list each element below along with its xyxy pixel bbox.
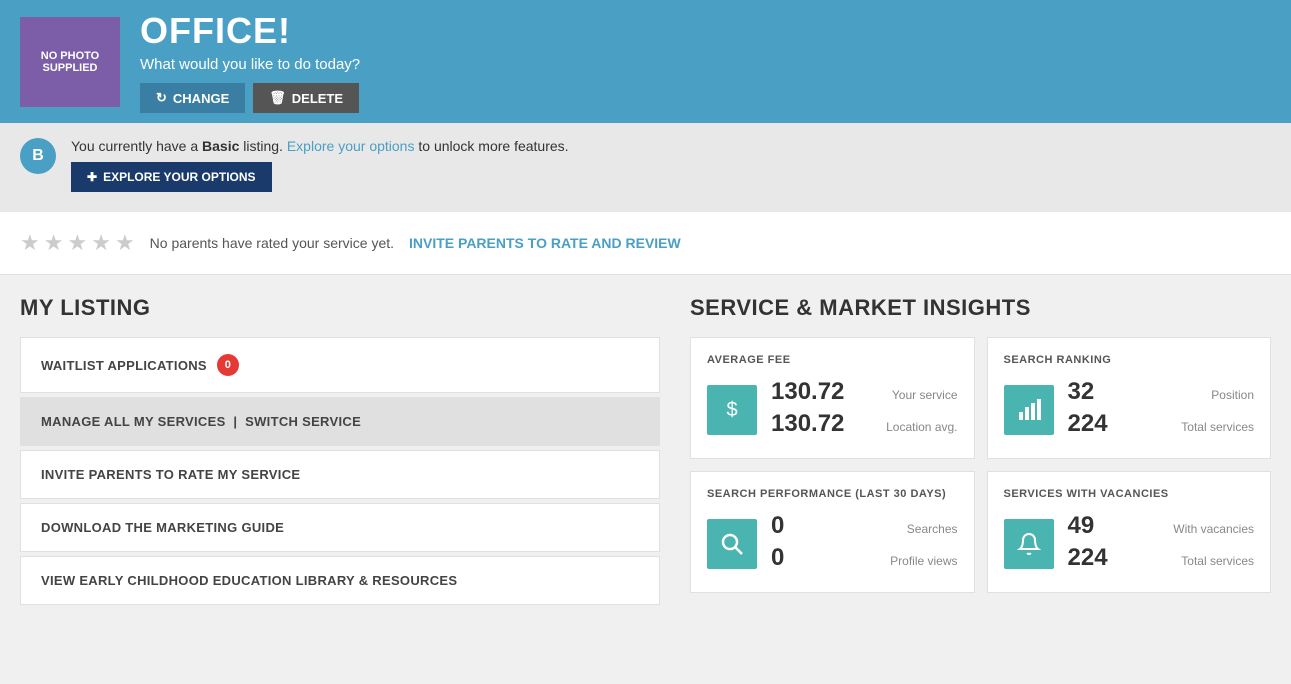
card-vacancies: SERVICES WITH VACANCIES 49 With vacancie… bbox=[987, 471, 1272, 593]
ranking-row-1: 32 Position bbox=[1068, 378, 1255, 406]
my-listing-section: MY LISTING WAITLIST APPLICATIONS 0 MANAG… bbox=[20, 295, 660, 609]
ratings-row: ★ ★ ★ ★ ★ No parents have rated your ser… bbox=[0, 212, 1291, 275]
card-search-ranking: SEARCH RANKING 32 Position 224 Total ser… bbox=[987, 337, 1272, 459]
listing-banner: B You currently have a Basic listing. Ex… bbox=[0, 123, 1291, 212]
perf-row-1: 0 Searches bbox=[771, 512, 958, 540]
invite-label: INVITE PARENTS TO RATE MY SERVICE bbox=[41, 467, 300, 482]
avg-fee-row-2: 130.72 Location avg. bbox=[771, 410, 958, 438]
star-3: ★ bbox=[67, 230, 87, 256]
header-title-section: OFFICE! What would you like to do today?… bbox=[140, 10, 1271, 113]
vacancies-with: 49 bbox=[1068, 512, 1095, 540]
search-ranking-values: 32 Position 224 Total services bbox=[1068, 378, 1255, 442]
search-perf-body: 0 Searches 0 Profile views bbox=[707, 512, 958, 576]
avg-fee-title: AVERAGE FEE bbox=[707, 354, 958, 366]
header-buttons: ↻ CHANGE 🗑 DELETE bbox=[140, 83, 1271, 113]
vacancies-title: SERVICES WITH VACANCIES bbox=[1004, 488, 1255, 500]
menu-item-waitlist[interactable]: WAITLIST APPLICATIONS 0 bbox=[20, 337, 660, 393]
invite-parents-link[interactable]: INVITE PARENTS TO RATE AND REVIEW bbox=[409, 235, 681, 251]
search-perf-values: 0 Searches 0 Profile views bbox=[771, 512, 958, 576]
star-1: ★ bbox=[20, 230, 40, 256]
header: NO PHOTOSUPPLIED OFFICE! What would you … bbox=[0, 0, 1291, 123]
search-ranking-body: 32 Position 224 Total services bbox=[1004, 378, 1255, 442]
bell-icon bbox=[1004, 519, 1054, 569]
menu-item-library[interactable]: VIEW EARLY CHILDHOOD EDUCATION LIBRARY &… bbox=[20, 556, 660, 605]
star-rating: ★ ★ ★ ★ ★ bbox=[20, 230, 135, 256]
perf-searches: 0 bbox=[771, 512, 784, 540]
insights-title: SERVICE & MARKET INSIGHTS bbox=[690, 295, 1271, 321]
my-listing-title: MY LISTING bbox=[20, 295, 660, 321]
star-4: ★ bbox=[91, 230, 111, 256]
vacancies-row-1: 49 With vacancies bbox=[1068, 512, 1255, 540]
avg-fee-row-1: 130.72 Your service bbox=[771, 378, 958, 406]
plus-icon: ✚ bbox=[87, 170, 97, 184]
search-ranking-title: SEARCH RANKING bbox=[1004, 354, 1255, 366]
explore-options-button[interactable]: ✚ EXPLORE YOUR OPTIONS bbox=[71, 162, 272, 192]
vacancies-row-2: 224 Total services bbox=[1068, 544, 1255, 572]
ranking-row-2: 224 Total services bbox=[1068, 410, 1255, 438]
listing-text: You currently have a Basic listing. Expl… bbox=[71, 138, 1271, 154]
menu-item-invite[interactable]: INVITE PARENTS TO RATE MY SERVICE bbox=[20, 450, 660, 499]
ranking-total: 224 bbox=[1068, 410, 1108, 438]
menu-item-manage[interactable]: MANAGE ALL MY SERVICES | SWITCH SERVICE bbox=[20, 397, 660, 446]
menu-item-marketing[interactable]: DOWNLOAD THE MARKETING GUIDE bbox=[20, 503, 660, 552]
search-perf-title: SEARCH PERFORMANCE (LAST 30 DAYS) bbox=[707, 488, 958, 500]
explore-options-link[interactable]: Explore your options bbox=[287, 138, 415, 154]
chart-icon bbox=[1004, 385, 1054, 435]
search-icon bbox=[707, 519, 757, 569]
star-5: ★ bbox=[115, 230, 135, 256]
no-ratings-text: No parents have rated your service yet. bbox=[150, 235, 394, 251]
perf-views: 0 bbox=[771, 544, 784, 572]
dollar-icon: $ bbox=[707, 385, 757, 435]
insights-section: SERVICE & MARKET INSIGHTS AVERAGE FEE $ … bbox=[690, 295, 1271, 609]
waitlist-label: WAITLIST APPLICATIONS bbox=[41, 358, 207, 373]
perf-views-label: Profile views bbox=[890, 554, 957, 568]
ranking-total-label: Total services bbox=[1181, 420, 1254, 434]
page-title: OFFICE! bbox=[140, 10, 1271, 52]
main-content: MY LISTING WAITLIST APPLICATIONS 0 MANAG… bbox=[0, 275, 1291, 629]
trash-icon: 🗑 bbox=[269, 90, 286, 106]
vacancies-total-label: Total services bbox=[1181, 554, 1254, 568]
waitlist-badge: 0 bbox=[217, 354, 239, 376]
card-average-fee: AVERAGE FEE $ 130.72 Your service 130.72… bbox=[690, 337, 975, 459]
avg-fee-your: 130.72 bbox=[771, 378, 844, 406]
star-2: ★ bbox=[44, 230, 64, 256]
change-button[interactable]: ↻ CHANGE bbox=[140, 83, 245, 113]
no-photo-placeholder: NO PHOTOSUPPLIED bbox=[20, 17, 120, 107]
library-label: VIEW EARLY CHILDHOOD EDUCATION LIBRARY &… bbox=[41, 573, 457, 588]
listing-badge: B bbox=[20, 138, 56, 174]
avg-fee-location-label: Location avg. bbox=[886, 420, 957, 434]
avg-fee-your-label: Your service bbox=[892, 388, 958, 402]
card-search-performance: SEARCH PERFORMANCE (LAST 30 DAYS) 0 Sear… bbox=[690, 471, 975, 593]
manage-label: MANAGE ALL MY SERVICES | SWITCH SERVICE bbox=[41, 414, 361, 429]
avg-fee-location: 130.72 bbox=[771, 410, 844, 438]
perf-row-2: 0 Profile views bbox=[771, 544, 958, 572]
insights-grid: AVERAGE FEE $ 130.72 Your service 130.72… bbox=[690, 337, 1271, 593]
avg-fee-body: $ 130.72 Your service 130.72 Location av… bbox=[707, 378, 958, 442]
vacancies-body: 49 With vacancies 224 Total services bbox=[1004, 512, 1255, 576]
delete-button[interactable]: 🗑 DELETE bbox=[253, 83, 359, 113]
vacancies-with-label: With vacancies bbox=[1173, 522, 1254, 536]
perf-searches-label: Searches bbox=[907, 522, 958, 536]
header-subtitle: What would you like to do today? bbox=[140, 56, 1271, 73]
avg-fee-values: 130.72 Your service 130.72 Location avg. bbox=[771, 378, 958, 442]
ranking-position-label: Position bbox=[1211, 388, 1254, 402]
marketing-label: DOWNLOAD THE MARKETING GUIDE bbox=[41, 520, 284, 535]
ranking-position: 32 bbox=[1068, 378, 1095, 406]
vacancies-total: 224 bbox=[1068, 544, 1108, 572]
vacancies-values: 49 With vacancies 224 Total services bbox=[1068, 512, 1255, 576]
refresh-icon: ↻ bbox=[156, 90, 167, 106]
